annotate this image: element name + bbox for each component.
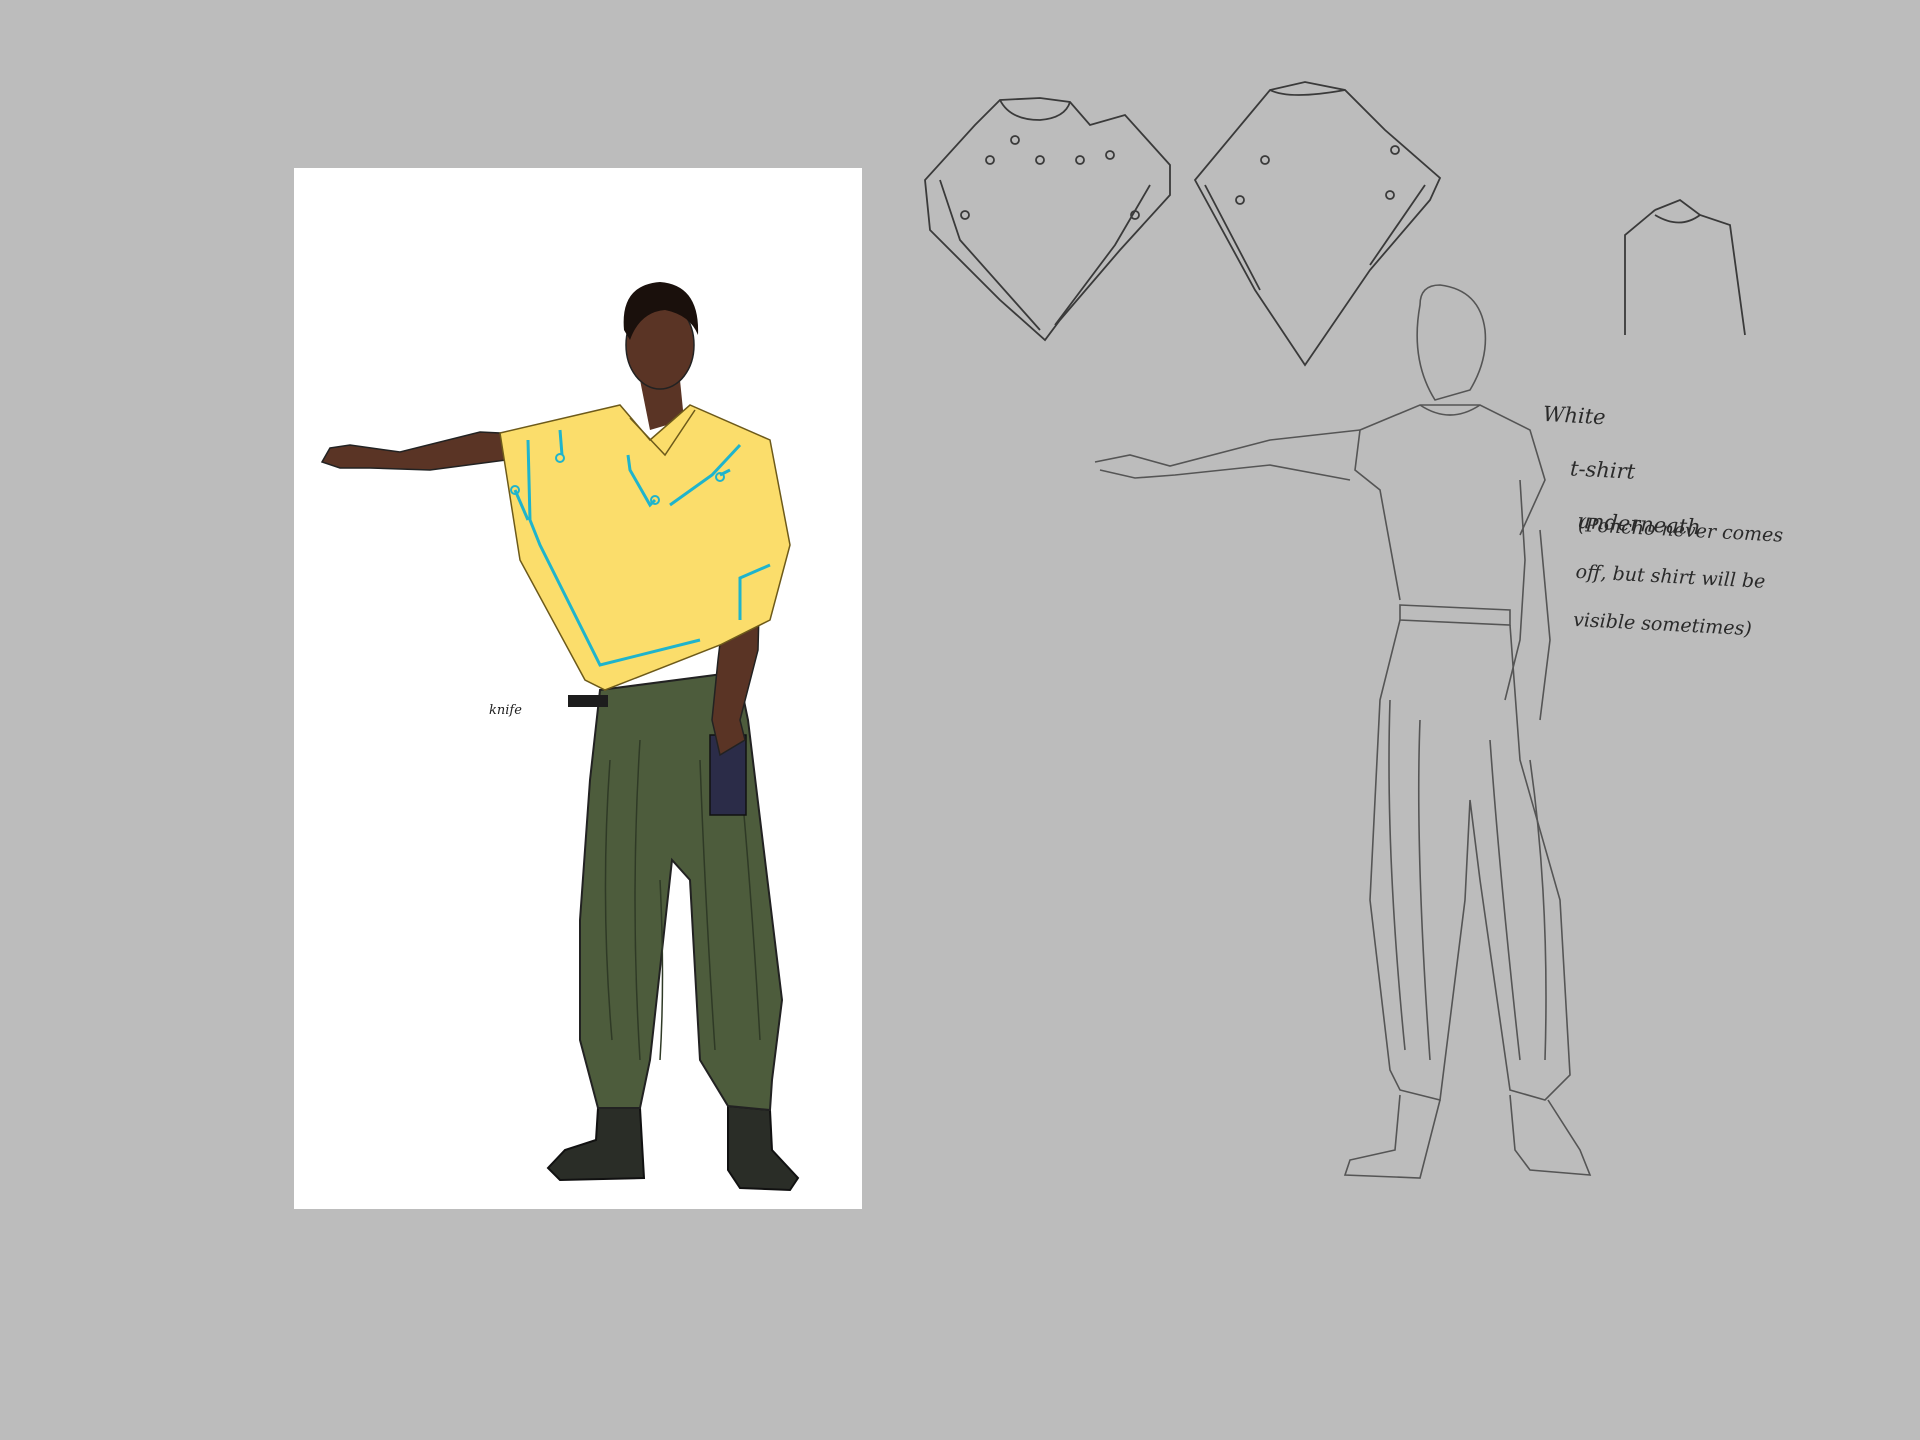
knife (568, 695, 608, 707)
poncho-note-line-1: (Poncho never comes (1577, 513, 1784, 547)
color-panel (294, 168, 862, 1209)
poncho-note: (Poncho never comes off, but shirt will … (1571, 490, 1785, 667)
poncho-sketches (924, 81, 1746, 367)
body-sketch (1094, 284, 1592, 1179)
poncho-note-line-3: visible sometimes) (1572, 608, 1753, 640)
tshirt-note-line-2: t-shirt (1569, 456, 1636, 484)
character-sheet-canvas (294, 81, 1746, 1209)
poncho-note-line-2: off, but shirt will be (1575, 561, 1766, 594)
tshirt-note-line-1: White (1542, 402, 1607, 430)
knife-label: knife (489, 703, 522, 718)
